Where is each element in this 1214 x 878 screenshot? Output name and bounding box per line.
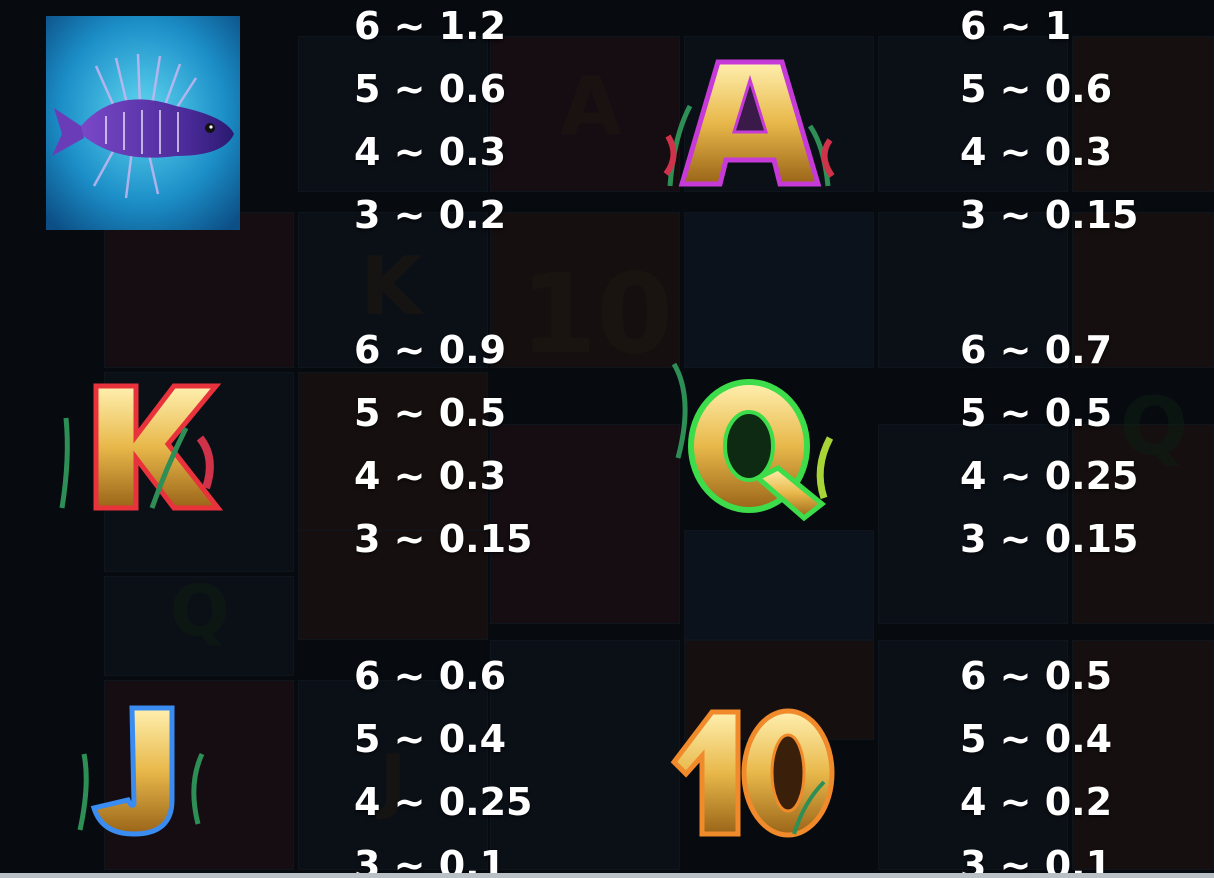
- payout-line: 4 ~ 0.3: [354, 130, 507, 174]
- letter-a-payouts: 6 ~ 1 5 ~ 0.6 4 ~ 0.3 3 ~ 0.15: [960, 0, 1139, 247]
- lionfish-icon: [46, 16, 240, 230]
- letter-j-payouts: 6 ~ 0.6 5 ~ 0.4 4 ~ 0.25 3 ~ 0.1: [354, 645, 533, 873]
- payout-line: 3 ~ 0.15: [960, 193, 1139, 237]
- letter-q-symbol: [654, 358, 844, 524]
- payout-line: 5 ~ 0.4: [354, 717, 507, 761]
- payout-line: 5 ~ 0.6: [354, 67, 507, 111]
- payout-line: 6 ~ 1: [960, 4, 1072, 48]
- payout-line: 6 ~ 0.7: [960, 328, 1113, 372]
- payout-line: 4 ~ 0.3: [960, 130, 1113, 174]
- payout-line: 4 ~ 0.3: [354, 454, 507, 498]
- number-ten-icon: [670, 708, 835, 838]
- payout-line: 3 ~ 0.1: [354, 843, 507, 873]
- payout-line: 3 ~ 0.2: [354, 193, 507, 237]
- payout-line: 3 ~ 0.15: [354, 517, 533, 561]
- letter-q-payouts: 6 ~ 0.7 5 ~ 0.5 4 ~ 0.25 3 ~ 0.15: [960, 319, 1139, 571]
- payout-line: 6 ~ 1.2: [354, 4, 507, 48]
- letter-k-icon: [59, 383, 224, 511]
- payout-line: 6 ~ 0.5: [960, 654, 1113, 698]
- bottom-edge-bar: [0, 873, 1214, 878]
- payout-line: 3 ~ 0.15: [960, 517, 1139, 561]
- letter-a-symbol: [660, 56, 840, 192]
- payout-line: 5 ~ 0.5: [960, 391, 1113, 435]
- letter-j-icon: [77, 705, 205, 837]
- payout-line: 3 ~ 0.1: [960, 843, 1113, 873]
- payout-line: 5 ~ 0.4: [960, 717, 1113, 761]
- number-ten-symbol: [664, 702, 840, 842]
- payout-line: 4 ~ 0.2: [960, 780, 1113, 824]
- payout-line: 5 ~ 0.6: [960, 67, 1113, 111]
- number-ten-payouts: 6 ~ 0.5 5 ~ 0.4 4 ~ 0.2 3 ~ 0.1: [960, 645, 1112, 873]
- lionfish-symbol: [46, 16, 240, 230]
- letter-j-symbol: [70, 704, 210, 840]
- lionfish-payouts: 6 ~ 1.2 5 ~ 0.6 4 ~ 0.3 3 ~ 0.2: [354, 0, 506, 247]
- letter-q-icon: [671, 362, 834, 522]
- letter-k-symbol: [56, 378, 226, 518]
- payout-line: 5 ~ 0.5: [354, 391, 507, 435]
- payout-line: 4 ~ 0.25: [960, 454, 1139, 498]
- letter-k-payouts: 6 ~ 0.9 5 ~ 0.5 4 ~ 0.3 3 ~ 0.15: [354, 319, 533, 571]
- payout-line: 4 ~ 0.25: [354, 780, 533, 824]
- payout-line: 6 ~ 0.9: [354, 328, 507, 372]
- payout-line: 6 ~ 0.6: [354, 654, 507, 698]
- letter-a-icon: [663, 59, 835, 187]
